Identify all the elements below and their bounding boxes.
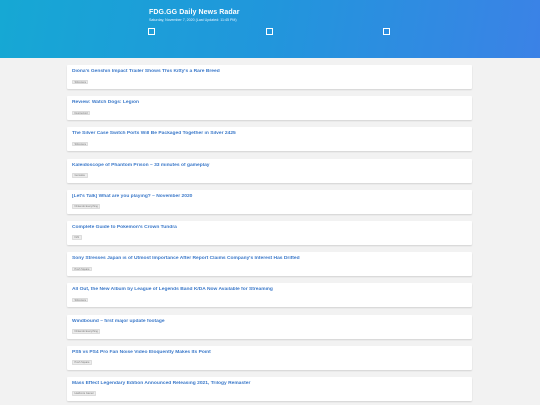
source-tag[interactable]: Push Square (72, 360, 92, 365)
news-title-link[interactable]: PS5 vs PS4 Pro Fan Noise Video Eloquentl… (72, 350, 466, 355)
news-list: Diona's Genshin Impact Trailer Shows Thi… (67, 65, 472, 405)
news-card: Diona's Genshin Impact Trailer Shows Thi… (67, 65, 472, 89)
news-title-link[interactable]: Windbound – first major update footage (72, 319, 466, 324)
news-title-link[interactable]: Sony Stresses Japan is of Utmost Importa… (72, 256, 466, 261)
news-card: [Let's Talk] What are you playing? – Nov… (67, 189, 472, 214)
source-tag[interactable]: Siliconera (72, 141, 89, 147)
news-card: Complete Guide to Pokemon's Crown Tundra… (67, 220, 472, 245)
source-tag[interactable]: Siliconera (72, 79, 89, 84)
source-tag[interactable]: Hardcore Gamer (72, 391, 97, 396)
news-card: Mass Effect Legendary Edition Announced … (67, 376, 472, 401)
news-card: PS5 vs PS4 Pro Fan Noise Video Eloquentl… (67, 345, 472, 370)
source-tag[interactable]: Nintendo Everything (72, 204, 101, 209)
source-tag[interactable]: Gematsu (72, 173, 88, 178)
page-title: FDG.GG Daily News Radar (149, 9, 240, 16)
news-title-link[interactable]: Complete Guide to Pokemon's Crown Tundra (72, 225, 466, 230)
news-title-link[interactable]: Review: Watch Dogs: Legion (72, 100, 466, 105)
news-title-link[interactable]: Diona's Genshin Impact Trailer Shows Thi… (72, 69, 466, 74)
news-card: The Silver Case Switch Ports Will Be Pac… (67, 127, 472, 152)
news-title-link[interactable]: The Silver Case Switch Ports Will Be Pac… (72, 131, 466, 136)
source-tag[interactable]: Nintendo Everything (72, 329, 101, 334)
news-card: Windbound – first major update footage N… (67, 314, 472, 339)
news-card: All Out, the New Album by League of Lege… (67, 283, 472, 308)
news-card: Sony Stresses Japan is of Utmost Importa… (67, 252, 472, 277)
page-header: FDG.GG Daily News Radar Saturday, Novemb… (0, 0, 540, 58)
page-subtitle: Saturday, November 7, 2020 (Last Updated… (149, 18, 237, 22)
filter-checkbox-2[interactable] (266, 28, 273, 35)
news-title-link[interactable]: Mass Effect Legendary Edition Announced … (72, 381, 466, 386)
news-title-link[interactable]: Kaleidoscope of Phantom Prison – 33 minu… (72, 163, 466, 168)
source-tag[interactable]: Push Square (72, 266, 92, 272)
filter-checkbox-3[interactable] (383, 28, 390, 35)
news-card: Review: Watch Dogs: Legion Destructoid (67, 96, 472, 121)
source-tag[interactable]: Destructoid (72, 110, 91, 116)
filter-checkbox-1[interactable] (148, 28, 155, 35)
news-title-link[interactable]: All Out, the New Album by League of Lege… (72, 287, 466, 292)
news-title-link[interactable]: [Let's Talk] What are you playing? – Nov… (72, 194, 466, 199)
news-card: Kaleidoscope of Phantom Prison – 33 minu… (67, 158, 472, 183)
source-tag[interactable]: IGN (72, 235, 82, 240)
source-tag[interactable]: Siliconera (72, 297, 89, 303)
